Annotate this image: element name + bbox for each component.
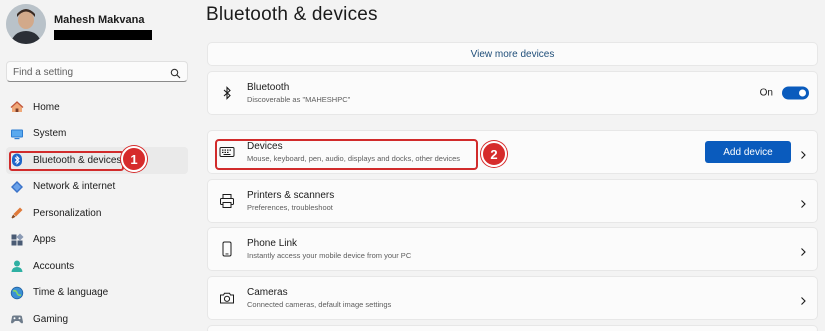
user-name: Mahesh Makvana [54,14,145,26]
view-more-label: View more devices [470,48,555,60]
printers-scanners-row[interactable]: Printers & scanners Preferences, trouble… [207,179,818,223]
phone-link-text: Phone Link Instantly access your mobile … [247,238,411,260]
sidebar: Mahesh Makvana Home System Bluetooth & d… [0,0,196,331]
sidebar-item-system[interactable]: System [6,121,188,148]
user-profile[interactable]: Mahesh Makvana [6,4,196,46]
apps-icon [10,233,24,247]
cameras-row[interactable]: Cameras Connected cameras, default image… [207,276,818,320]
sidebar-item-label: Gaming [33,313,69,325]
time-language-icon [10,286,24,300]
personalization-icon [10,206,24,220]
toggle-knob [799,89,806,97]
avatar [6,4,46,44]
phone-icon [219,241,235,257]
sidebar-nav: Home System Bluetooth & devices Network … [6,94,188,331]
sidebar-item-label: Personalization [33,207,102,219]
bluetooth-title: Bluetooth [247,82,290,93]
redacted-email [54,30,152,40]
cameras-subtitle: Connected cameras, default image setting… [247,300,392,309]
search-icon[interactable] [170,66,181,79]
sidebar-item-time-language[interactable]: Time & language [6,280,188,307]
bluetooth-state-label: On [759,87,773,99]
next-settings-row-partial[interactable] [207,325,818,331]
bluetooth-text: Bluetooth Discoverable as "MAHESHPC" [247,82,350,104]
bluetooth-toggle[interactable] [782,86,809,100]
sidebar-item-accounts[interactable]: Accounts [6,253,188,280]
sidebar-item-label: Network & internet [33,181,116,193]
phone-link-row[interactable]: Phone Link Instantly access your mobile … [207,227,818,271]
printers-subtitle: Preferences, troubleshoot [247,203,333,212]
system-icon [10,127,24,141]
camera-icon [219,290,235,306]
view-more-devices-link[interactable]: View more devices [207,42,818,66]
devices-row[interactable]: Devices Mouse, keyboard, pen, audio, dis… [207,130,818,174]
highlight-frame [215,139,478,170]
sidebar-item-personalization[interactable]: Personalization [6,200,188,227]
sidebar-item-label: Apps [33,234,56,246]
bluetooth-row[interactable]: Bluetooth Discoverable as "MAHESHPC" On [207,71,818,115]
printer-icon [219,193,235,209]
chevron-right-icon[interactable] [799,244,807,256]
phone-link-subtitle: Instantly access your mobile device from… [247,251,412,260]
sidebar-item-gaming[interactable]: Gaming [6,306,188,331]
sidebar-item-label: Home [33,101,60,113]
gaming-icon [10,312,24,326]
printers-title: Printers & scanners [247,190,335,201]
step-badge-1: 1 [121,146,147,172]
search-input[interactable] [13,65,163,79]
sidebar-item-label: Time & language [33,287,109,299]
chevron-right-icon[interactable] [799,147,807,159]
bluetooth-icon [219,85,235,101]
network-icon [10,180,24,194]
bluetooth-subtitle: Discoverable as "MAHESHPC" [247,95,351,104]
printers-text: Printers & scanners Preferences, trouble… [247,190,334,212]
sidebar-item-network[interactable]: Network & internet [6,174,188,201]
sidebar-item-apps[interactable]: Apps [6,227,188,254]
cameras-text: Cameras Connected cameras, default image… [247,287,391,309]
cameras-title: Cameras [247,287,288,298]
sidebar-item-label: System [33,128,67,140]
phone-link-title: Phone Link [247,238,298,249]
add-device-button[interactable]: Add device [705,141,791,163]
chevron-right-icon[interactable] [799,196,807,208]
chevron-right-icon[interactable] [799,293,807,305]
highlight-frame [9,151,124,171]
sidebar-item-home[interactable]: Home [6,94,188,121]
sidebar-item-label: Accounts [33,260,75,272]
sidebar-item-bluetooth-devices[interactable]: Bluetooth & devices [6,147,188,174]
search-box[interactable] [6,61,188,82]
page-title: Bluetooth & devices [206,4,378,25]
home-icon [10,100,24,114]
step-badge-2: 2 [481,141,507,167]
accounts-icon [10,259,24,273]
